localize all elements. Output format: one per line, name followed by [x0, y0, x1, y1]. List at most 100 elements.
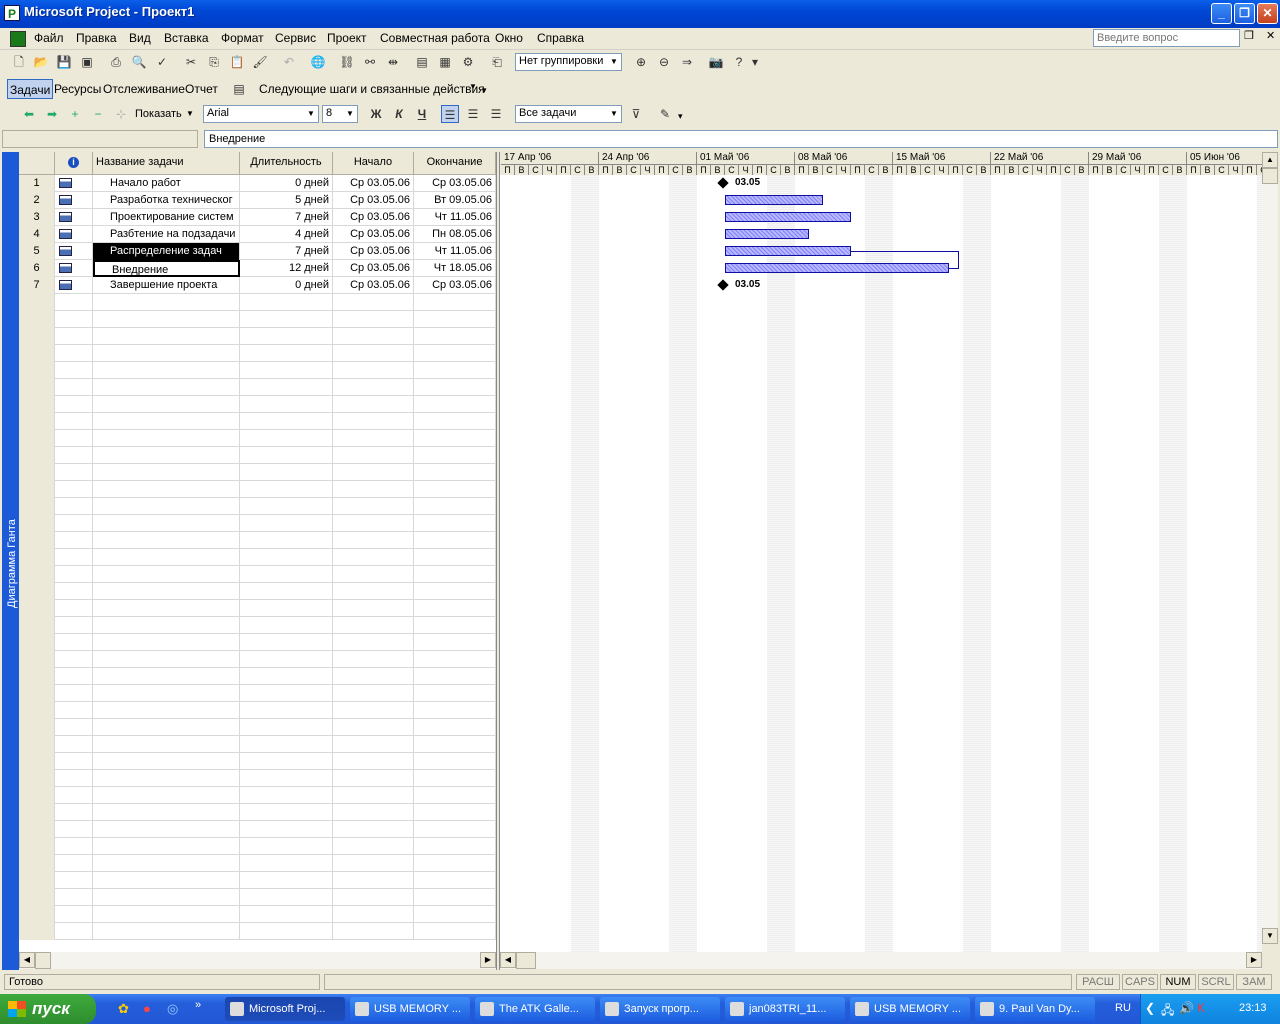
taskbar-item[interactable]: jan083TRI_11... — [725, 997, 845, 1021]
duration-cell[interactable] — [240, 481, 333, 498]
toolbar-options-icon[interactable]: ▾ — [678, 111, 683, 122]
finish-cell[interactable] — [414, 447, 496, 464]
duration-cell[interactable] — [240, 702, 333, 719]
task-name-cell[interactable] — [93, 889, 240, 906]
start-cell[interactable] — [333, 481, 414, 498]
tray-expand-icon[interactable]: ❮ — [1145, 1001, 1155, 1015]
align-right-icon[interactable]: ☰ — [487, 105, 505, 123]
assign-resources-icon[interactable]: ⚙ — [459, 53, 477, 71]
table-row[interactable] — [19, 481, 496, 498]
timescale-week[interactable]: 05 Июн '06 — [1187, 152, 1262, 164]
timescale-week[interactable]: 17 Апр '06 — [501, 152, 599, 164]
finish-cell[interactable] — [414, 821, 496, 838]
duration-cell[interactable] — [240, 685, 333, 702]
table-row[interactable] — [19, 685, 496, 702]
row-number[interactable] — [19, 685, 55, 702]
task-name-cell[interactable] — [93, 702, 240, 719]
start-cell[interactable] — [333, 889, 414, 906]
finish-cell[interactable] — [414, 770, 496, 787]
duration-cell[interactable] — [240, 498, 333, 515]
menu-edit[interactable]: Правка — [76, 31, 117, 45]
task-name-cell[interactable] — [93, 311, 240, 328]
vertical-scrollbar[interactable]: ▲ ▼ — [1262, 152, 1278, 944]
duration-cell[interactable] — [240, 345, 333, 362]
show-menu[interactable]: Показать — [135, 108, 182, 120]
table-row[interactable] — [19, 634, 496, 651]
italic-button[interactable]: К — [390, 105, 408, 123]
table-row[interactable] — [19, 396, 496, 413]
paste-icon[interactable]: 📋 — [228, 53, 246, 71]
indicator-cell[interactable] — [55, 294, 93, 311]
row-number[interactable] — [19, 566, 55, 583]
spelling-icon[interactable]: ✓ — [153, 53, 171, 71]
name-column-header[interactable]: Название задачи — [93, 152, 240, 175]
hyperlink-icon[interactable]: 🌐 — [309, 53, 327, 71]
taskbar-item[interactable]: USB MEMORY ... — [350, 997, 470, 1021]
row-number[interactable] — [19, 464, 55, 481]
taskbar-item[interactable]: USB MEMORY ... — [850, 997, 970, 1021]
duration-cell[interactable] — [240, 787, 333, 804]
indicator-cell[interactable] — [55, 668, 93, 685]
close-button[interactable]: ✕ — [1257, 3, 1278, 24]
task-name-cell[interactable] — [93, 685, 240, 702]
row-number[interactable] — [19, 804, 55, 821]
scroll-thumb[interactable] — [516, 952, 536, 969]
finish-cell[interactable] — [414, 481, 496, 498]
task-bar[interactable] — [725, 195, 823, 205]
start-cell[interactable] — [333, 736, 414, 753]
finish-cell[interactable] — [414, 600, 496, 617]
row-number[interactable] — [19, 770, 55, 787]
view-bar[interactable]: Диаграмма Ганта — [2, 152, 19, 970]
taskbar-item[interactable]: 9. Paul Van Dy... — [975, 997, 1095, 1021]
finish-cell[interactable] — [414, 855, 496, 872]
table-row[interactable]: 1 Начало работ 0 дней Ср 03.05.06 Ср 03.05.0… — [19, 175, 496, 192]
table-row[interactable] — [19, 889, 496, 906]
start-cell[interactable] — [333, 379, 414, 396]
document-icon[interactable] — [10, 31, 26, 47]
row-number[interactable]: 1 — [19, 175, 55, 192]
indicator-cell[interactable] — [55, 617, 93, 634]
menu-help[interactable]: Справка — [537, 31, 584, 45]
indicator-cell[interactable] — [55, 923, 93, 940]
table-row[interactable] — [19, 447, 496, 464]
indent-icon[interactable]: ➡ — [43, 105, 61, 123]
finish-cell[interactable] — [414, 702, 496, 719]
indicator-cell[interactable] — [55, 702, 93, 719]
finish-cell[interactable] — [414, 379, 496, 396]
table-row[interactable] — [19, 600, 496, 617]
restore-doc-icon[interactable]: ❐ — [1244, 29, 1254, 42]
indicator-cell[interactable] — [55, 243, 93, 260]
indicator-cell[interactable] — [55, 600, 93, 617]
duration-cell[interactable] — [240, 515, 333, 532]
duration-cell[interactable] — [240, 821, 333, 838]
show-subtasks-icon[interactable]: + — [66, 105, 84, 123]
task-name-cell[interactable] — [93, 906, 240, 923]
timescale-week[interactable]: 01 Май '06 — [697, 152, 795, 164]
start-cell[interactable]: Ср 03.05.06 — [333, 277, 414, 294]
duration-cell[interactable] — [240, 311, 333, 328]
task-name-cell[interactable] — [93, 447, 240, 464]
indicator-cell[interactable] — [55, 736, 93, 753]
maximize-button[interactable]: ❐ — [1234, 3, 1255, 24]
indicator-cell[interactable] — [55, 532, 93, 549]
table-row[interactable] — [19, 430, 496, 447]
table-row[interactable]: 2 Разработка техническог 5 дней Ср 03.05.06… — [19, 192, 496, 209]
task-name-cell[interactable] — [93, 787, 240, 804]
finish-cell[interactable] — [414, 838, 496, 855]
taskbar-item[interactable]: Microsoft Proj... — [225, 997, 345, 1021]
indicator-cell[interactable] — [55, 872, 93, 889]
task-name-cell[interactable] — [93, 532, 240, 549]
milestone-marker[interactable] — [717, 279, 729, 291]
finish-cell[interactable] — [414, 634, 496, 651]
select-all-corner[interactable] — [19, 152, 55, 175]
duration-cell[interactable] — [240, 430, 333, 447]
help-icon[interactable]: ? — [730, 53, 748, 71]
table-row[interactable] — [19, 362, 496, 379]
row-number[interactable] — [19, 906, 55, 923]
outdent-icon[interactable]: ⬅ — [20, 105, 38, 123]
info-column-header[interactable]: i — [55, 152, 93, 175]
duration-cell[interactable] — [240, 719, 333, 736]
table-row[interactable]: 3 Проектирование систем 7 дней Ср 03.05.06 Ч… — [19, 209, 496, 226]
row-number[interactable] — [19, 753, 55, 770]
start-cell[interactable] — [333, 719, 414, 736]
